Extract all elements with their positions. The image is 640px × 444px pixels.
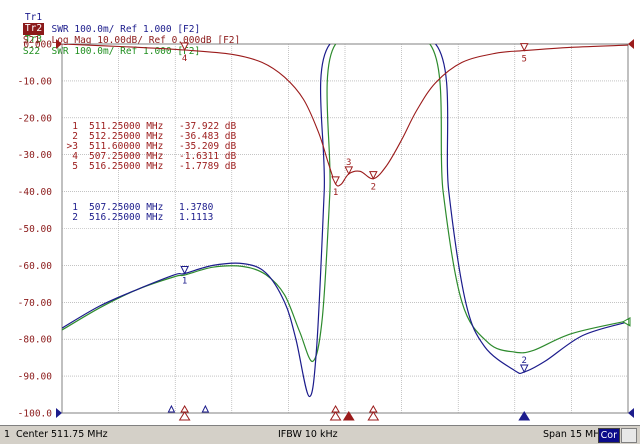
s21-marker-label: 4 (182, 54, 187, 64)
ref-arrow-left-top (56, 39, 62, 49)
y-axis-label: -30.00 (18, 150, 53, 161)
ref-arrow-right-top (628, 39, 634, 49)
ifbw[interactable]: IFBW 10 kHz (278, 426, 338, 444)
s21-table-row-id: 5 (72, 161, 78, 172)
ref-arrow-right-bottom (628, 408, 634, 418)
y-axis-label: -20.00 (18, 113, 53, 124)
plot-area[interactable]: 0.000 -10.00 -20.00 -30.00 -40.00 -50.00 -60.0… (0, 0, 640, 425)
s11-table-row-id: 2 (72, 212, 78, 223)
center-frequency[interactable]: Center 511.75 MHz (16, 426, 108, 444)
y-axis-label: -40.00 (18, 187, 53, 198)
s21-table-row-value: -1.7789 dB (179, 161, 236, 172)
y-axis-labels: 0.000 -10.00 -20.00 -30.00 -40.00 -50.00 -60.0… (18, 40, 53, 420)
s21-marker-4 (180, 42, 189, 52)
ref-arrow-left-bottom (56, 408, 62, 418)
y-axis-label: -70.00 (18, 298, 53, 309)
trace-end-marker-label: 1 (626, 318, 631, 327)
marker-tables: 1 511.25000 MHz -37.922 dB2 512.25000 MHz -3… (67, 121, 237, 223)
stim-marker-s11 (167, 404, 176, 413)
s11-table-row-value: 1.1113 (179, 212, 213, 223)
span-frequency[interactable]: Span 15 MHz (543, 426, 605, 444)
y-axis-label: -100.0 (18, 409, 53, 420)
s22-trace (62, 44, 628, 362)
s11-marker-label: 1 (182, 277, 187, 287)
s21-marker-1 (331, 176, 340, 186)
status-bar: 1 Center 511.75 MHz IFBW 10 kHz Span 15 … (0, 425, 640, 444)
status-corner-box[interactable] (621, 428, 637, 443)
y-axis-label: -80.00 (18, 335, 53, 346)
s21-marker-label: 5 (522, 55, 527, 65)
y-axis-label: -50.00 (18, 224, 53, 235)
s21-marker-label: 1 (333, 188, 338, 198)
s21-marker-label: 3 (346, 158, 351, 168)
stim-marker-upper (180, 405, 190, 413)
correction-indicator[interactable]: Cor (597, 428, 620, 443)
s21-table-row-freq: 516.25000 MHz (89, 161, 163, 172)
s21-marker-5 (519, 43, 529, 52)
s21-marker-label: 2 (371, 183, 376, 193)
stim-marker-upper (331, 405, 340, 413)
trace-markers: 1 2 3 4 5 1 2 1 (180, 42, 631, 374)
channel-number[interactable]: 1 (4, 426, 10, 444)
y-axis-label: -90.00 (18, 372, 53, 383)
y-axis-label: -10.00 (18, 76, 53, 87)
stim-marker-upper (368, 405, 378, 413)
vna-screen: Tr1 S11 SWR 100.0m/ Ref 1.000 [F2] Tr2 S… (0, 0, 640, 444)
y-axis-label: -60.00 (18, 261, 53, 272)
s11-table-row-freq: 516.25000 MHz (89, 212, 163, 223)
s11-marker-label: 2 (522, 356, 527, 366)
y-axis-label: 0.000 (23, 40, 52, 51)
plot-grid (61, 43, 629, 414)
stim-marker-s11 (201, 404, 210, 413)
